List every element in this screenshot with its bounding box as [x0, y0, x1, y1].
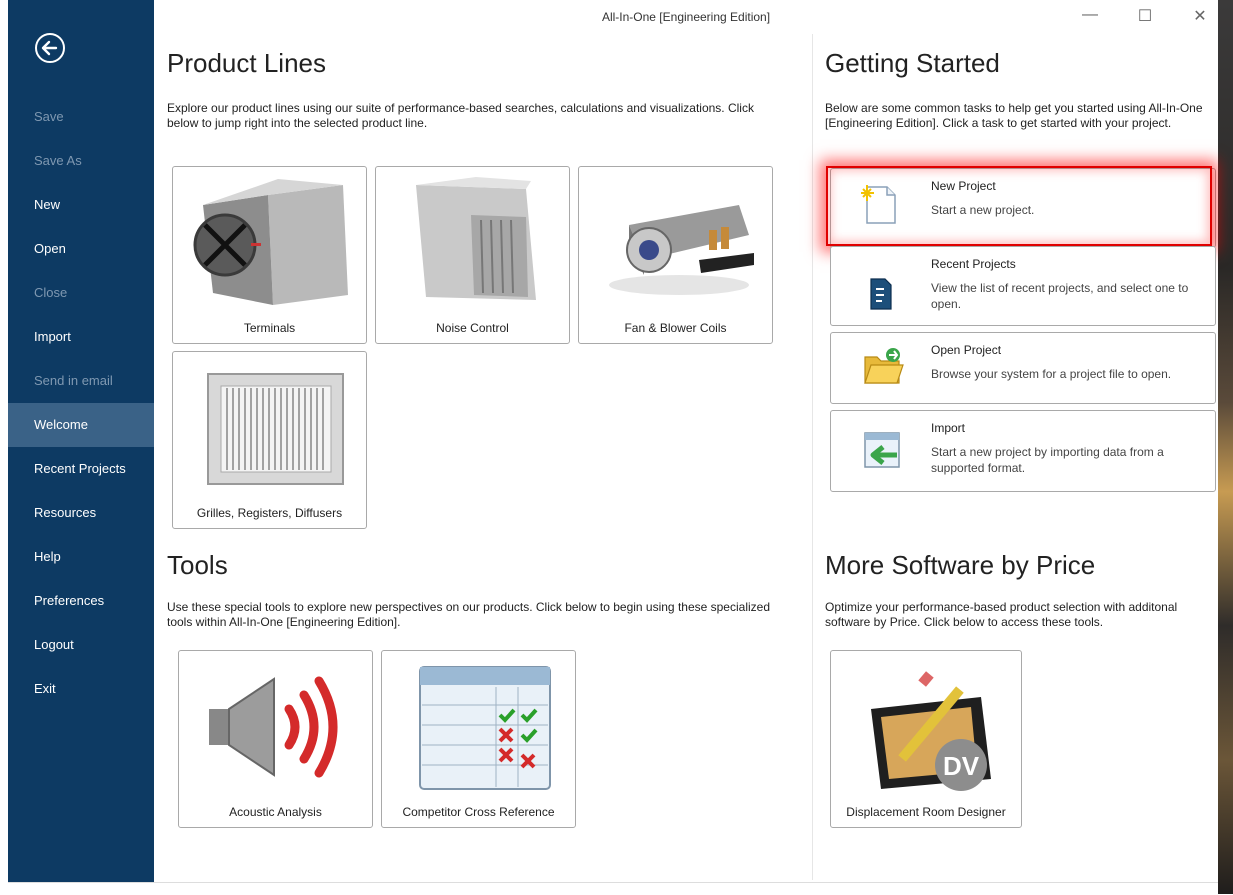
tools-heading: Tools	[167, 550, 228, 581]
task-description: View the list of recent projects, and se…	[931, 280, 1206, 312]
tools-description: Use these special tools to explore new p…	[167, 600, 787, 630]
close-button[interactable]: ✕	[1186, 6, 1214, 28]
sidebar: Save Save As New Open Close Import Send …	[8, 0, 154, 894]
tile-label: Acoustic Analysis	[179, 805, 372, 819]
menu-item-logout[interactable]: Logout	[8, 623, 154, 667]
grille-icon	[183, 360, 358, 500]
desktop-background-strip	[1218, 0, 1233, 894]
menu-item-preferences[interactable]: Preferences	[8, 579, 154, 623]
tile-label: Grilles, Registers, Diffusers	[173, 506, 366, 520]
checklist-icon	[392, 659, 567, 799]
task-open-project[interactable]: Open Project Browse your system for a pr…	[830, 332, 1216, 404]
task-title: Open Project	[931, 343, 1001, 357]
back-arrow-icon	[34, 32, 66, 64]
menu-item-help[interactable]: Help	[8, 535, 154, 579]
menu-item-new[interactable]: New	[8, 183, 154, 227]
task-title: Recent Projects	[931, 257, 1016, 271]
tile-terminals[interactable]: Terminals	[172, 166, 367, 344]
tile-label: Noise Control	[376, 321, 569, 335]
recent-projects-icon	[861, 275, 901, 319]
import-icon	[861, 429, 905, 473]
menu-item-welcome[interactable]: Welcome	[8, 403, 154, 447]
tile-noise-control[interactable]: Noise Control	[375, 166, 570, 344]
product-lines-heading: Product Lines	[167, 48, 326, 79]
maximize-button[interactable]: ☐	[1131, 6, 1159, 28]
tile-label: Fan & Blower Coils	[579, 321, 772, 335]
getting-started-heading: Getting Started	[825, 48, 1000, 79]
task-title: Import	[931, 421, 965, 435]
tile-acoustic-analysis[interactable]: Acoustic Analysis	[178, 650, 373, 828]
task-new-project[interactable]: New Project Start a new project.	[830, 168, 1216, 248]
window-title: All-In-One [Engineering Edition]	[154, 0, 1218, 34]
new-document-icon	[861, 183, 901, 227]
silencer-icon	[386, 175, 561, 315]
tile-label: Terminals	[173, 321, 366, 335]
menu-item-resources[interactable]: Resources	[8, 491, 154, 535]
tile-label: Displacement Room Designer	[831, 805, 1021, 819]
task-description: Browse your system for a project file to…	[931, 366, 1206, 382]
minimize-button[interactable]: —	[1076, 6, 1104, 28]
more-software-heading: More Software by Price	[825, 550, 1095, 581]
column-divider	[812, 34, 813, 880]
task-recent-projects[interactable]: Recent Projects View the list of recent …	[830, 246, 1216, 326]
getting-started-description: Below are some common tasks to help get …	[825, 101, 1205, 131]
menu-item-open[interactable]: Open	[8, 227, 154, 271]
terminal-unit-icon	[183, 175, 358, 315]
menu-item-send-in-email: Send in email	[8, 359, 154, 403]
back-button[interactable]	[34, 32, 66, 64]
task-import[interactable]: Import Start a new project by importing …	[830, 410, 1216, 492]
displacement-room-designer-icon: DV	[841, 659, 1016, 799]
menu-item-close: Close	[8, 271, 154, 315]
tile-fan-blower-coils[interactable]: Fan & Blower Coils	[578, 166, 773, 344]
window-bottom-edge	[8, 882, 1218, 895]
task-description: Start a new project by importing data fr…	[931, 444, 1206, 476]
menu-item-save: Save	[8, 95, 154, 139]
menu-item-save-as: Save As	[8, 139, 154, 183]
tile-label: Competitor Cross Reference	[382, 805, 575, 819]
task-description: Start a new project.	[931, 202, 1206, 218]
menu-item-exit[interactable]: Exit	[8, 667, 154, 711]
menu-item-recent-projects[interactable]: Recent Projects	[8, 447, 154, 491]
menu-item-import[interactable]: Import	[8, 315, 154, 359]
tile-displacement-room-designer[interactable]: DV Displacement Room Designer	[830, 650, 1022, 828]
product-lines-description: Explore our product lines using our suit…	[167, 101, 787, 131]
tile-competitor-cross-reference[interactable]: Competitor Cross Reference	[381, 650, 576, 828]
task-title: New Project	[931, 179, 996, 193]
open-folder-icon	[861, 345, 905, 389]
tile-grilles-registers-diffusers[interactable]: Grilles, Registers, Diffusers	[172, 351, 367, 529]
fan-coil-icon	[589, 175, 764, 315]
speaker-icon	[189, 659, 364, 799]
dv-badge-text: DV	[943, 751, 980, 781]
more-software-description: Optimize your performance-based product …	[825, 600, 1220, 630]
